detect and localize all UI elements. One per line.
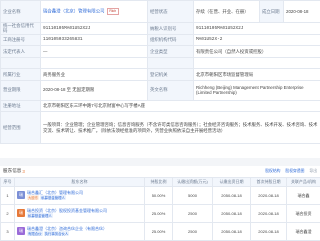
first-hold-date: 2020-08-18 [251,187,287,205]
shareholder-cell: 瑞 瑞合鑫澄（北京）咨询合伙企业（有限合伙） 有限合伙执行事务合伙人 [15,223,145,241]
avatar: 瑞 [17,191,25,199]
row-number: 2 [1,205,15,223]
info-value [41,57,148,69]
info-key: 登记机关 [148,69,194,81]
first-hold-date: 2020-08-18 [251,223,287,241]
info-value [194,57,320,69]
info-key: 营业期限 [1,80,41,100]
info-value: 91110105MA01U52X2J [41,23,148,35]
section-actions: 股权结构 股权穿透图 导出 [265,169,317,174]
first-hold-date: 2020-08-18 [251,205,287,223]
shareholder-section-title: 股东信息 [3,168,21,174]
column-header: 持股比例 [145,178,173,187]
shareholder-cell: 瑞 瑞合投资（北京）股权投资基金管理有限公司 私募基金管理人 [15,205,145,223]
row-number: 1 [1,187,15,205]
established-label: 成立日期 [260,1,284,23]
info-key: 所属行业 [1,69,41,81]
subscribed-amount: 2500 [173,223,213,241]
info-key: 企业类型 [148,46,194,58]
status-value: 存续（在营、开业、在册） [194,1,260,23]
column-header: 关联产品/机构 [287,178,320,187]
section-divider [0,158,320,166]
status-label: 经营状态 [148,1,194,23]
company-name-cell: 瑞合鑫澄（北京）管理有限公司 Rich [41,1,148,23]
export-link[interactable]: 导出 [309,169,317,174]
reg-address-label: 注册地址 [1,100,41,112]
info-value: 2020-08-18 至 无固定期限 [41,80,148,100]
scope-value: 一般项目：企业管理；企业管理咨询；信息咨询服务（不含许可类信息咨询服务）；社会经… [41,112,320,144]
info-value: 有限责任公司（自然人投资或控股） [194,46,320,58]
english-name-label: 英文名称 [148,80,194,100]
share-ratio: 25.00% [145,223,173,241]
related-org-link[interactable]: 瑞合鑫 [287,187,320,205]
share-ratio: 50.00% [145,187,173,205]
row-number: 3 [1,223,15,241]
shareholder-tag: 私募基金管理人 [27,213,53,218]
table-row: 2 瑞 瑞合投资（北京）股权投资基金管理有限公司 私募基金管理人 25.00% … [1,205,320,223]
subscribed-date: 2050-08-18 [213,205,251,223]
info-key [148,57,194,69]
company-name-label: 企业名称 [1,1,41,23]
column-header: 认缴出资日期 [213,178,251,187]
info-value: — [41,46,148,58]
shareholder-count: 3 [22,169,24,174]
shareholder-section-header: 股东信息 3 股权结构 股权穿透图 导出 [0,166,320,176]
column-header: 序号 [1,178,15,187]
avatar: 瑞 [17,227,25,235]
column-header: 认缴出资额(万元) [173,178,213,187]
info-value: 110105033265831 [41,34,148,46]
shareholder-table: 序号 股东名称 持股比例 认缴出资额(万元) 认缴出资日期 首次持股日期 关联产… [0,177,320,241]
company-name[interactable]: 瑞合鑫澄（北京）管理有限公司 [43,9,104,14]
info-value: MA01U52X-2 [194,34,320,46]
company-logo: Rich [107,8,119,15]
avatar: 瑞 [17,209,25,217]
info-key: 组织机构代码 [148,34,194,46]
equity-penetration-link[interactable]: 股权穿透图 [285,169,304,174]
related-org-link[interactable]: 瑞合投资 [287,205,320,223]
scope-label: 经营范围 [1,112,41,144]
shareholder-tag: 大股东 [27,195,39,200]
english-name-value: Richheng (Beijing) Management Partnershi… [194,80,320,100]
equity-structure-link[interactable]: 股权结构 [265,169,280,174]
subscribed-amount: 5000 [173,187,213,205]
shareholder-cell: 瑞 瑞合鑫汇（北京）管理有限公司 大股东私募基金管理人 [15,187,145,205]
shareholder-tag: 有限合伙 [27,231,43,236]
info-value: 商务服务业 [41,69,148,81]
column-header: 首次持股日期 [251,178,287,187]
info-key: 工商注册号 [1,34,41,46]
subscribed-date: 2050-08-18 [213,223,251,241]
established-value: 2020-08-18 [284,1,320,23]
info-key [1,57,41,69]
related-org-link[interactable]: 瑞合鑫澄 [287,223,320,241]
shareholder-tag: 执行事务合伙人 [44,231,70,236]
info-key: 法定代表人 [1,46,41,58]
shareholder-tag: 私募基金管理人 [40,195,66,200]
share-ratio: 25.00% [145,205,173,223]
subscribed-amount: 2500 [173,205,213,223]
info-key: 统一社会信用代码 [1,23,41,35]
reg-address-value: 北京市朝阳区东三环中路7号北京财富中心写字楼A座 [41,100,320,112]
column-header: 股东名称 [15,178,145,187]
company-info-table: 企业名称 瑞合鑫澄（北京）管理有限公司 Rich 经营状态 存续（在营、开业、在… [0,0,320,144]
info-value: 北京市朝阳区市场监督管理局 [194,69,320,81]
table-row: 3 瑞 瑞合鑫澄（北京）咨询合伙企业（有限合伙） 有限合伙执行事务合伙人 25.… [1,223,320,241]
table-row: 1 瑞 瑞合鑫汇（北京）管理有限公司 大股东私募基金管理人 50.00% 500… [1,187,320,205]
subscribed-date: 2050-08-18 [213,187,251,205]
info-key: 纳税人识别号 [148,23,194,35]
info-value: 91110105MA01U52X2J [194,23,320,35]
